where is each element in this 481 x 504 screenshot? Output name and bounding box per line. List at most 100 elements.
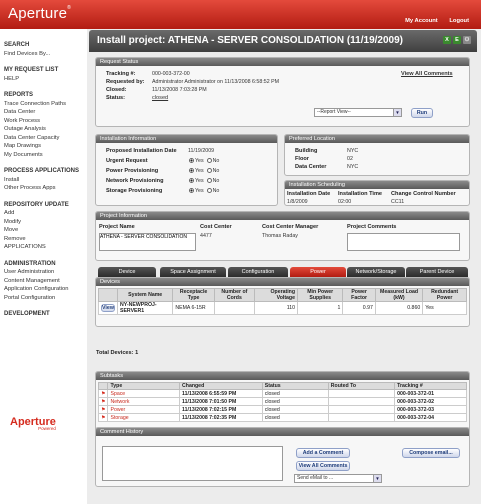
devices-header-row: System Name Receptacle Type Number of Cord… (98, 288, 467, 302)
table-row[interactable]: ⚑ Space 11/13/2008 6:55:59 PM closed 000-003… (97, 389, 467, 398)
tab-configuration[interactable]: Configuration (228, 267, 288, 277)
sidebar-heading-my-request-list: MY REQUEST LIST (4, 67, 59, 73)
tab-parent-device[interactable]: Parent Device (406, 267, 468, 277)
devices-col-header: Receptacle Type (172, 288, 215, 302)
sidebar-item-data-center[interactable]: Data Center (4, 108, 84, 117)
tab-space-assignment[interactable]: Space Assignment (160, 267, 226, 277)
sidebar-item-other-process-apps[interactable]: Other Process Apps (4, 184, 84, 193)
table-row[interactable]: ⚑ Network 11/13/2008 7:01:50 PM closed 000-0… (97, 397, 467, 406)
device-cell: 0.860 (374, 301, 424, 315)
radio-yes-label: Yes (195, 178, 204, 184)
sidebar-item-work-process[interactable]: Work Process (4, 117, 84, 126)
send-email-select[interactable]: Send eMail to ... ▼ (294, 474, 382, 483)
add-comment-button[interactable]: Add a Comment (296, 448, 350, 458)
subtask-cell[interactable]: Storage (107, 413, 181, 422)
sidebar-item-help[interactable]: HELP (4, 75, 84, 84)
subtasks-header-row: Type Changed Status Routed To Tracking # (97, 382, 467, 390)
tab-power[interactable]: Power (290, 267, 346, 277)
sidebar-heading-search: SEARCH (4, 42, 30, 48)
radio-yes[interactable] (189, 178, 194, 183)
my-account-link[interactable]: My Account (405, 18, 438, 24)
sidebar-item-move[interactable]: Move (4, 226, 84, 235)
export-icon[interactable]: E (453, 36, 461, 44)
comment-textarea[interactable] (102, 446, 283, 481)
subtask-cell: closed (261, 389, 329, 398)
sidebar-item-user-administration[interactable]: User Administration (4, 268, 84, 277)
run-button[interactable]: Run (411, 108, 433, 118)
devices-col-header: Min Power Supplies (296, 288, 344, 302)
sidebar-item-content-management[interactable]: Content Management (4, 277, 84, 286)
tracking-label: Tracking #: (106, 71, 136, 77)
radio-no[interactable] (206, 188, 212, 193)
subtask-cell (327, 389, 396, 398)
excel-icon[interactable]: X (443, 36, 451, 44)
subtasks-heading: Subtasks (96, 372, 469, 380)
sidebar-item-data-center-capacity[interactable]: Data Center Capacity (4, 134, 84, 143)
status-link[interactable]: closed (152, 95, 168, 101)
radio-no[interactable] (206, 158, 212, 163)
sidebar-item-map-drawings[interactable]: Map Drawings (4, 142, 84, 151)
table-row[interactable]: ⚑ Storage 11/13/2008 7:02:35 PM closed 000-0… (97, 413, 467, 422)
provisioning-radio-group: Yes No (189, 158, 219, 164)
subtask-cell (327, 397, 396, 406)
devices-col-header: System Name (116, 288, 174, 302)
project-info-heading: Project Information (96, 212, 469, 220)
subtask-cell: 000-003-372-03 (394, 405, 467, 414)
proposed-date-label: Proposed Installation Date (106, 148, 177, 154)
device-cell: NEMA 6-15R (172, 301, 215, 315)
aperture-logo[interactable]: Aperture® (8, 5, 71, 22)
radio-yes-label: Yes (195, 188, 204, 194)
subtasks-col-header: Type (107, 382, 181, 390)
status-label: Status: (106, 95, 125, 101)
radio-yes[interactable] (189, 158, 194, 163)
view-all-comments-button[interactable]: View All Comments (296, 461, 350, 471)
subtasks-col-header (97, 382, 109, 390)
people-icon[interactable]: ⚇ (463, 36, 471, 44)
sched-cc-value: CC11 (391, 199, 405, 205)
radio-no[interactable] (206, 178, 212, 183)
tab-network-storage[interactable]: Network/Storage (347, 267, 405, 277)
radio-yes[interactable] (189, 168, 194, 173)
sidebar-item-portal-configuration[interactable]: Portal Configuration (4, 294, 84, 303)
page-title: Install project: ATHENA - SERVER CONSOLI… (97, 35, 403, 46)
sidebar-item-my-documents[interactable]: My Documents (4, 151, 84, 160)
subtasks-col-header: Tracking # (394, 382, 467, 390)
project-name-field[interactable]: ATHENA - SERVER CONSOLIDATION (99, 233, 196, 251)
devices-col-header: Operating Voltage (253, 288, 299, 302)
radio-no[interactable] (206, 168, 212, 173)
view-all-comments-link[interactable]: View All Comments (401, 71, 453, 77)
radio-yes[interactable] (189, 188, 194, 193)
radio-no-label: No (212, 158, 220, 164)
device-cell: 0.97 (342, 301, 376, 315)
subtask-cell[interactable]: Power (107, 405, 181, 414)
sidebar-item-install[interactable]: Install (4, 176, 84, 185)
sidebar-item-applications[interactable]: APPLICATIONS (4, 243, 84, 252)
installation-row-label: Urgent Request (106, 158, 148, 164)
subtask-cell[interactable]: Space (107, 389, 181, 398)
logout-link[interactable]: Logout (449, 18, 469, 24)
sidebar-heading-process-applications: PROCESS APPLICATIONS (4, 168, 80, 174)
radio-no-label: No (212, 168, 220, 174)
sidebar-item-application-configuration[interactable]: Application Configuration (4, 285, 84, 294)
installation-row-label: Storage Provisioning (106, 188, 163, 194)
sidebar-item-outage-analysis[interactable]: Outage Analysis (4, 125, 84, 134)
tab-device[interactable]: Device (98, 267, 156, 277)
subtask-cell[interactable]: Network (107, 397, 181, 406)
devices-col-header: Power Factor (342, 288, 376, 302)
sidebar-item-remove[interactable]: Remove (4, 235, 84, 244)
installation-info-heading: Installation Information (96, 135, 277, 143)
view-device-button[interactable]: View (101, 304, 115, 312)
radio-yes-label: Yes (195, 168, 204, 174)
sidebar-item-modify[interactable]: Modify (4, 218, 84, 227)
sidebar-item-add[interactable]: Add (4, 209, 84, 218)
sidebar-nav: SEARCH Find Devices By... MY REQUEST LIST H… (4, 41, 84, 319)
provisioning-radio-group: Yes No (189, 188, 219, 194)
compose-email-button[interactable]: Compose email... (402, 448, 460, 458)
report-view-select[interactable]: --Report View-- ▼ (314, 108, 402, 117)
sidebar-heading-repository-update: REPOSITORY UPDATE (4, 201, 69, 208)
subtask-cell (327, 413, 396, 422)
sidebar-item-find-devices-by[interactable]: Find Devices By... (4, 50, 84, 59)
table-row[interactable]: ⚑ Power 11/13/2008 7:02:15 PM closed 000-003… (97, 405, 467, 414)
project-comments-field[interactable] (347, 233, 460, 251)
sidebar-item-trace-connection-paths[interactable]: Trace Connection Paths (4, 100, 84, 109)
